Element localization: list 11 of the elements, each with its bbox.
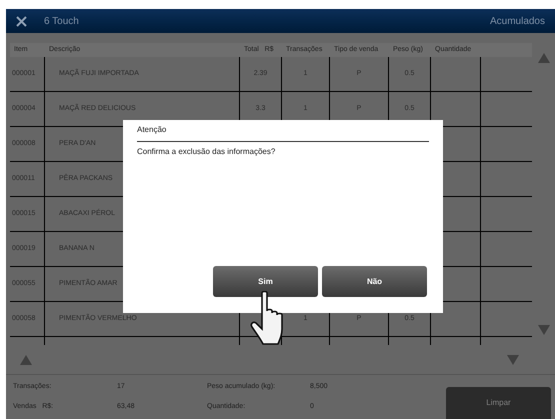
- window-title: 6 Touch: [44, 14, 79, 28]
- scroll-down-icon[interactable]: [538, 325, 550, 335]
- page-down-icon[interactable]: [507, 354, 519, 364]
- dialog-button[interactable]: Não: [322, 266, 427, 297]
- dialog-button[interactable]: Sim: [213, 266, 318, 297]
- scroll-up-icon[interactable]: [538, 53, 550, 63]
- page-up-icon[interactable]: [20, 354, 32, 364]
- section-title: Acumulados: [490, 14, 545, 28]
- dialog-title: Atenção: [137, 124, 168, 136]
- close-icon[interactable]: [16, 16, 27, 26]
- clear-button[interactable]: Limpar: [446, 387, 551, 419]
